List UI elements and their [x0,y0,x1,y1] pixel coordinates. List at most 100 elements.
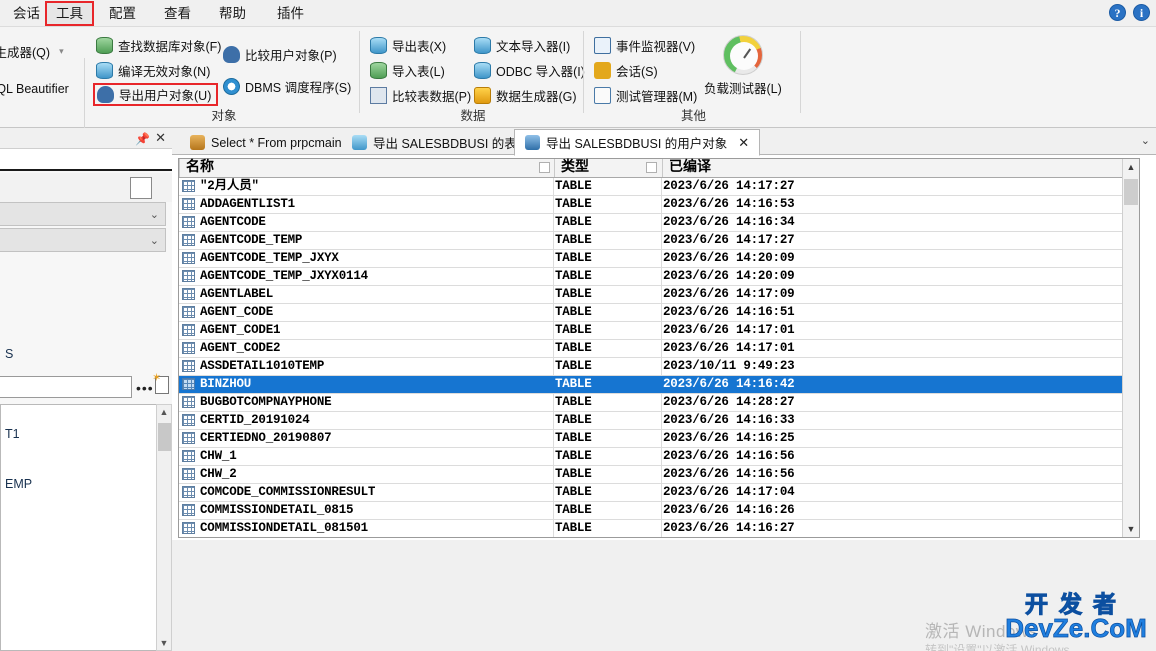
table-row[interactable]: AGENTCODE_TEMP TABLE 2023/6/26 14:17:27 [179,232,1139,250]
sql-beautifier-item[interactable]: SQL Beautifier [0,78,69,99]
ribbon-group-数据: 导出表(X) 导入表(L) 比较表数据(P) 文本导入器(I) ODBC 导入器(I) 数… [362,27,585,128]
table-row[interactable]: COMMISSIONDETAIL_0815 TABLE 2023/6/26 14:1… [179,502,1139,520]
left-panel-checkbox[interactable] [130,177,152,199]
ribbon-item-label: 编译无效对象(N) [118,65,211,79]
scroll-up-icon[interactable]: ▲ [1123,159,1139,175]
tab-2[interactable]: 导出 SALESBDBUSI 的用户对象 ✕ [514,129,761,156]
menu-item-5[interactable]: 插件 [268,3,313,24]
grid-column-header-1[interactable]: 类型 [555,159,663,177]
table-row[interactable]: ADDAGENTLIST1 TABLE 2023/6/26 14:16:53 [179,196,1139,214]
tab-0[interactable]: Select * From prpcmain [180,130,352,155]
ribbon-item-compare-user-objects[interactable]: 比较用户对象(P) [223,44,337,65]
ribbon-item-test-manager[interactable]: 测试管理器(M) [594,85,697,106]
sessions-icon [594,62,611,79]
tab-list-dropdown-icon[interactable]: ⌄ [1141,134,1150,147]
ribbon-item-sessions[interactable]: 会话(S) [594,60,658,81]
table-row[interactable]: AGENT_CODE1 TABLE 2023/6/26 14:17:01 [179,322,1139,340]
menu-item-3[interactable]: 查看 [155,3,200,24]
table-row[interactable]: AGENTLABEL TABLE 2023/6/26 14:17:09 [179,286,1139,304]
compare-table-data-icon [370,87,387,104]
table-row[interactable]: CERTIEDNO_20190807 TABLE 2023/6/26 14:16:2… [179,430,1139,448]
ribbon-item-dbms-scheduler[interactable]: DBMS 调度程序(S) [223,76,351,97]
pin-icon[interactable]: 📌 [135,132,150,146]
new-document-icon[interactable] [152,371,169,394]
ribbon-item-export-user-objects[interactable]: 导出用户对象(U) [93,83,219,106]
export-user-objects-icon [97,86,114,103]
scroll-down-icon[interactable]: ▼ [157,636,171,650]
chevron-down-icon[interactable]: ▾ [59,46,64,57]
document-tab-strip: Select * From prpcmain 导出 SALESBDBUSI 的表格… [172,128,1156,156]
table-row[interactable]: COMMISSIONDETAIL_081501 TABLE 2023/6/26 14… [179,520,1139,537]
export-table-icon [352,135,367,150]
table-row[interactable]: CHW_2 TABLE 2023/6/26 14:16:56 [179,466,1139,484]
ribbon-item-label: 数据生成器(G) [496,90,577,104]
table-row[interactable]: ASSDETAIL1010TEMP TABLE 2023/10/11 9:49:23 [179,358,1139,376]
cell-name: CHW_2 [200,467,237,481]
cell-type: TABLE [555,305,592,319]
table-object-icon [182,270,195,282]
ribbon-item-label: 导出用户对象(U) [119,89,212,103]
left-panel-combo-1[interactable]: ⌄ [0,202,166,226]
sql-beautifier-label: SQL Beautifier [0,81,69,96]
menu-item-2[interactable]: 配置 [100,3,145,24]
tab-close-icon[interactable]: ✕ [738,135,749,151]
table-row[interactable]: AGENT_CODE TABLE 2023/6/26 14:16:51 [179,304,1139,322]
ribbon-item-compare-table-data[interactable]: 比较表数据(P) [370,85,471,106]
ribbon-item-import-table[interactable]: 导入表(L) [370,60,445,81]
left-panel-list-item[interactable]: T1 [5,427,20,441]
table-row[interactable]: CHW_1 TABLE 2023/6/26 14:16:56 [179,448,1139,466]
left-panel-list-item[interactable]: S [5,347,13,361]
ribbon-group-separator [800,31,801,113]
scroll-up-icon[interactable]: ▲ [157,405,171,419]
data-generator-icon [474,87,491,104]
ribbon-item-event-monitor[interactable]: 事件监视器(V) [594,35,695,56]
ribbon-item-load-tester[interactable]: 负载测试器(L) [704,35,782,97]
scrollbar-thumb[interactable] [1124,179,1138,205]
left-panel-list[interactable]: S T1 EMP [0,347,156,651]
query-builder-item[interactable]: 询生成器(Q) ▾ [0,41,64,62]
ribbon-item-export-table[interactable]: 导出表(X) [370,35,446,56]
ribbon-item-text-importer[interactable]: 文本导入器(I) [474,35,570,56]
left-panel-list-item[interactable]: EMP [5,477,32,491]
ribbon-item-odbc-importer[interactable]: ODBC 导入器(I) [474,60,585,81]
pl-sql-developer-window: 会话工具配置查看帮助插件 ? i 询生成器(Q) ▾ SQL Beautifie… [0,0,1156,651]
help-question-icon[interactable]: ? [1109,4,1126,21]
cell-compiled: 2023/6/26 14:16:53 [663,197,795,211]
table-row[interactable]: COMCODE_COMMISSIONRESULT TABLE 2023/6/26 1… [179,484,1139,502]
table-row[interactable]: "2月人员" TABLE 2023/6/26 14:17:27 [179,178,1139,196]
table-row[interactable]: AGENTCODE_TEMP_JXYX TABLE 2023/6/26 14:20:… [179,250,1139,268]
ribbon-item-find-db-object[interactable]: 查找数据库对象(F) [96,35,221,56]
ribbon-item-compile-invalid[interactable]: 编译无效对象(N) [96,60,210,81]
menu-item-1[interactable]: 工具 [45,1,94,26]
table-row[interactable]: AGENTCODE_TEMP_JXYX0114 TABLE 2023/6/26 14… [179,268,1139,286]
chevron-down-icon: ⌄ [149,235,159,247]
left-panel-combo-2[interactable]: ⌄ [0,228,166,252]
left-panel-text-input[interactable] [0,376,132,398]
menu-item-0[interactable]: 会话 [4,3,49,24]
column-resize-handle[interactable] [646,162,657,173]
grid-body[interactable]: "2月人员" TABLE 2023/6/26 14:17:27 ADDAGENTLIS… [179,178,1139,537]
cell-type: TABLE [555,251,592,265]
cell-type: TABLE [555,503,592,517]
help-icon-group: ? i [1109,4,1150,21]
scroll-down-icon[interactable]: ▼ [1123,521,1139,537]
close-icon[interactable]: ✕ [155,130,166,146]
grid-column-header-label: 类型 [561,160,589,175]
column-resize-handle[interactable] [539,162,550,173]
grid-vertical-scrollbar[interactable]: ▲ ▼ [1122,159,1139,537]
cell-name: BUGBOTCOMPNAYPHONE [200,395,332,409]
cell-compiled: 2023/6/26 14:16:56 [663,449,795,463]
tab-1[interactable]: 导出 SALESBDBUSI 的表格 [342,130,539,155]
scrollbar-thumb[interactable] [158,423,171,451]
menu-item-4[interactable]: 帮助 [210,3,255,24]
table-row[interactable]: AGENTCODE TABLE 2023/6/26 14:16:34 [179,214,1139,232]
table-row[interactable]: BUGBOTCOMPNAYPHONE TABLE 2023/6/26 14:28:2… [179,394,1139,412]
table-row[interactable]: CERTID_20191024 TABLE 2023/6/26 14:16:33 [179,412,1139,430]
grid-column-header-2[interactable]: 已编译 [663,159,1124,177]
info-icon[interactable]: i [1133,4,1150,21]
grid-column-header-0[interactable]: 名称 [179,159,555,177]
ribbon-item-data-generator[interactable]: 数据生成器(G) [474,85,577,106]
table-row[interactable]: AGENT_CODE2 TABLE 2023/6/26 14:17:01 [179,340,1139,358]
left-panel-scrollbar[interactable]: ▲ ▼ [156,404,172,651]
table-row[interactable]: BINZHOU TABLE 2023/6/26 14:16:42 [179,376,1139,394]
